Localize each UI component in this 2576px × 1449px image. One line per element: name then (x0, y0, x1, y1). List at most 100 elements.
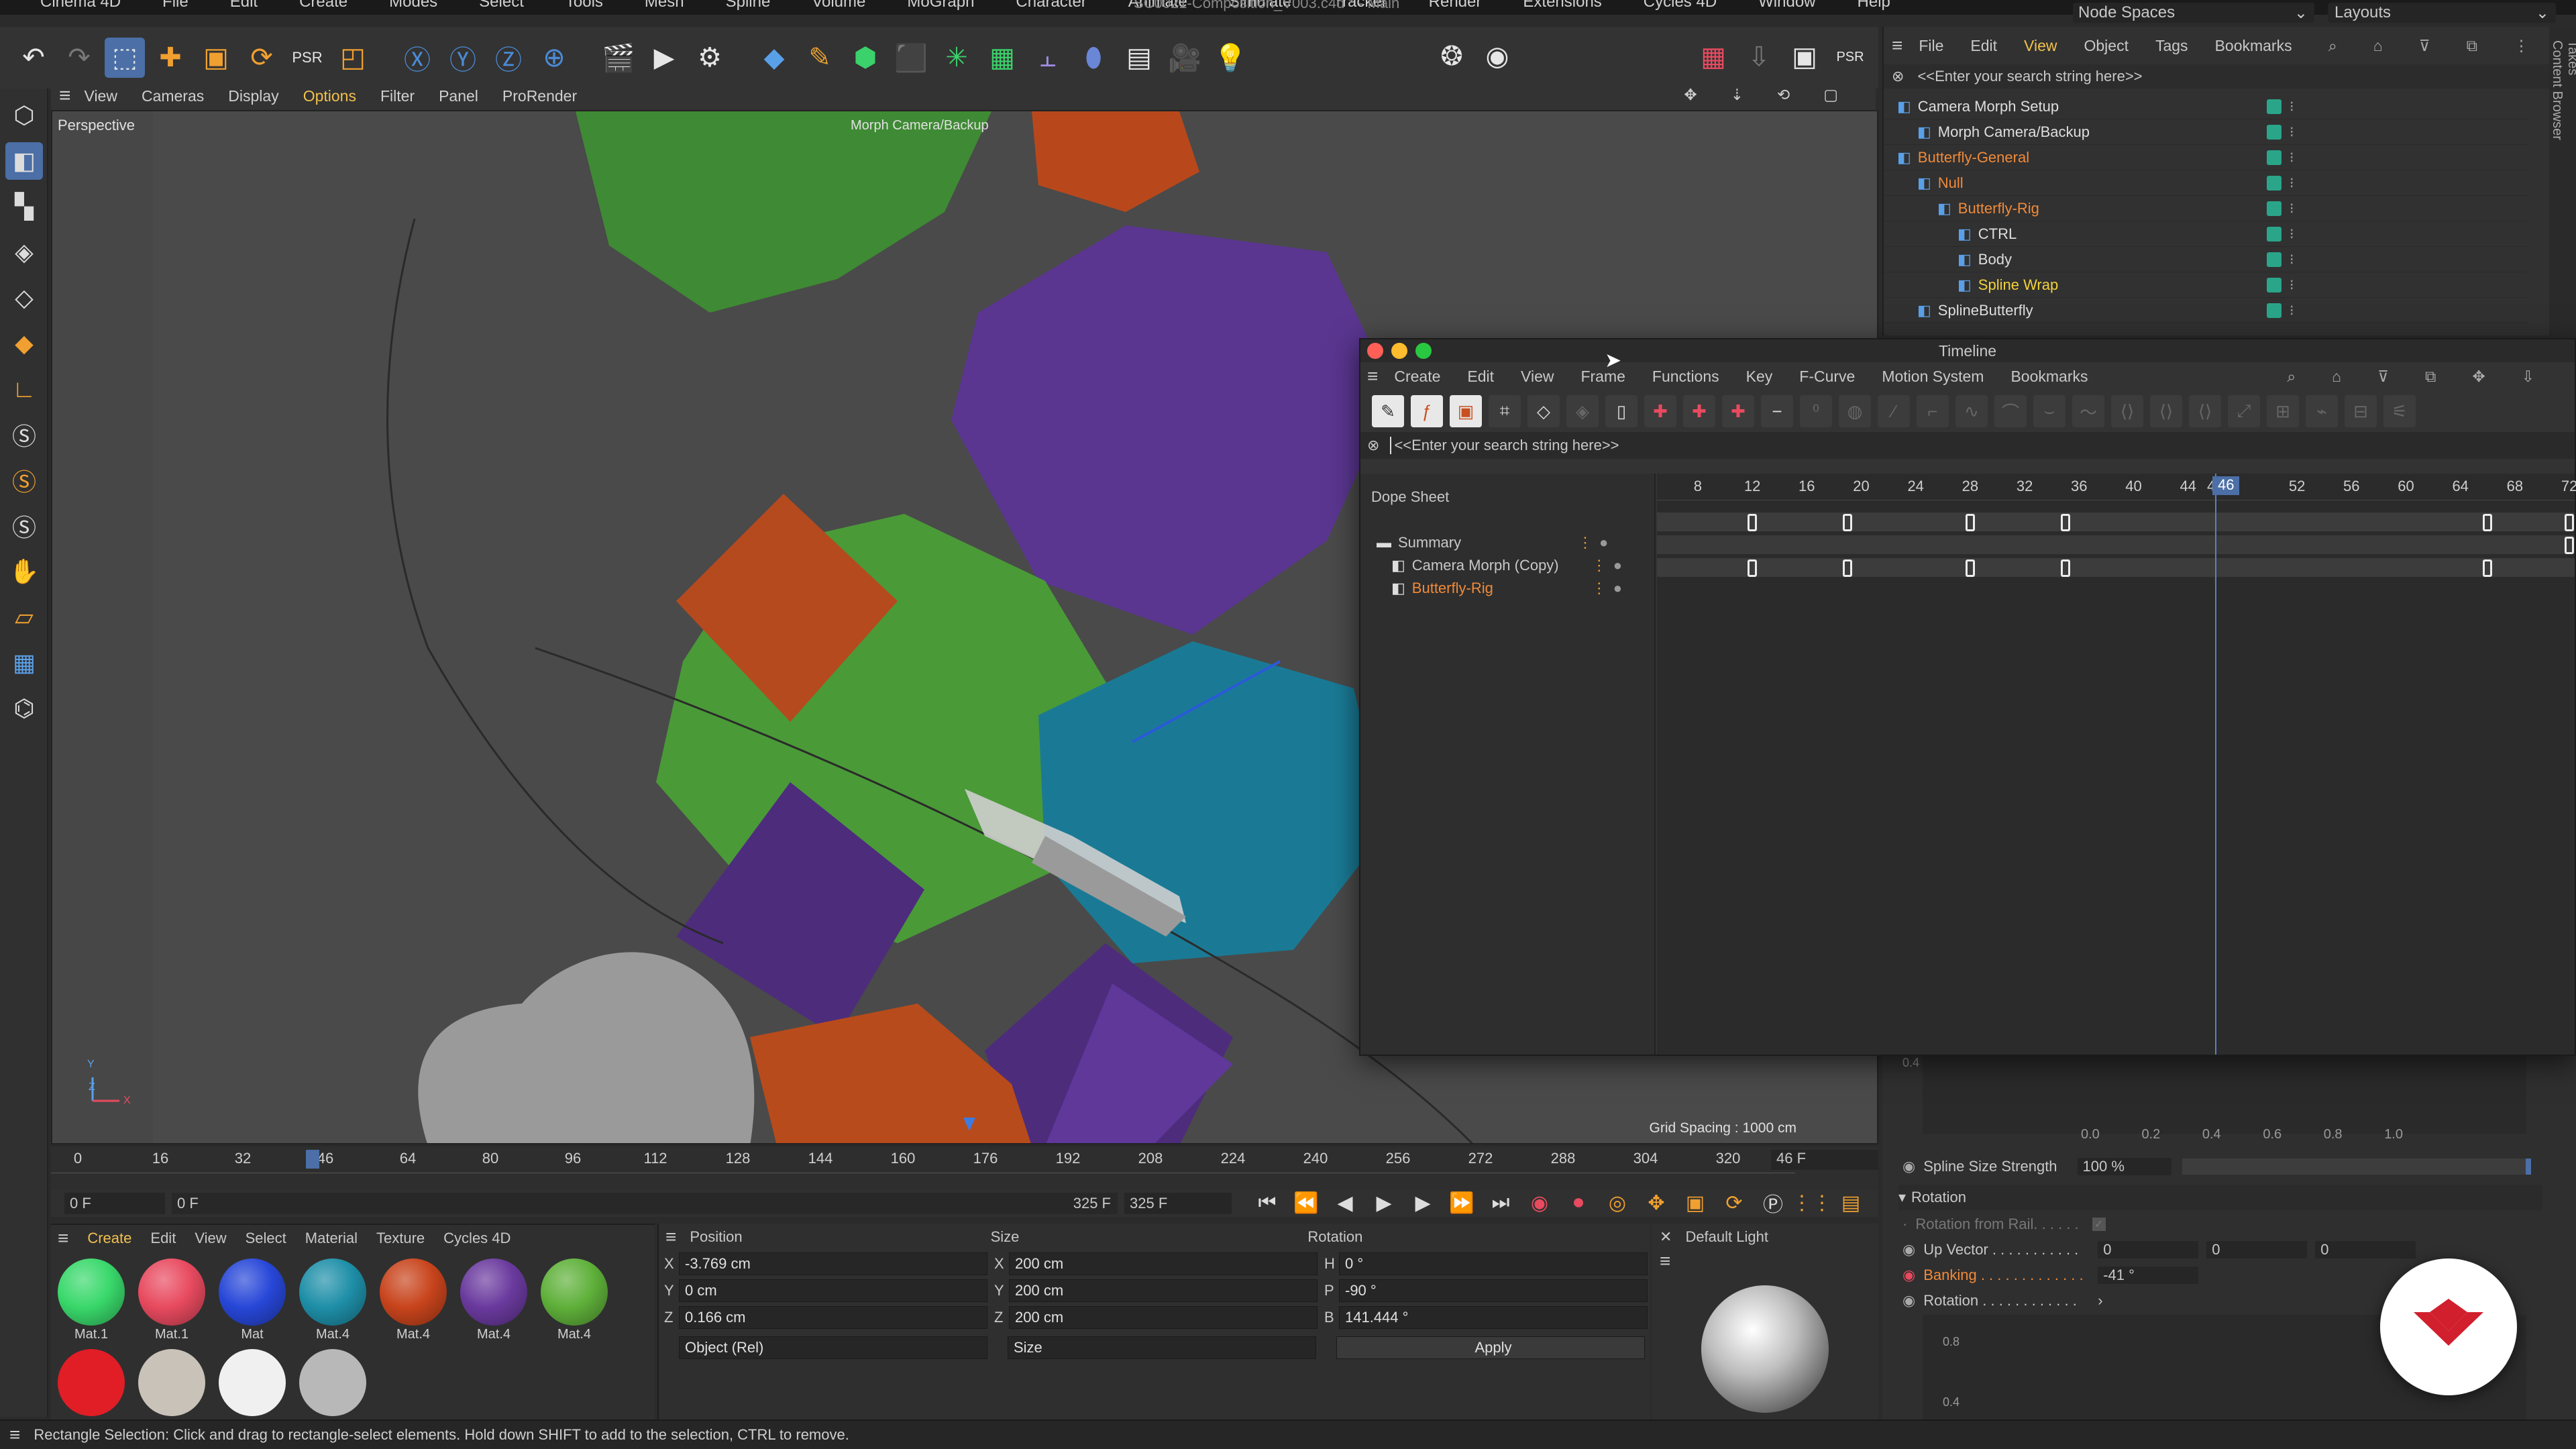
auto-tangent-icon[interactable]: ⟨⟩ (2150, 395, 2182, 427)
rotation-section-header[interactable]: ▾ Rotation (1898, 1185, 2542, 1210)
scale-key-icon[interactable]: ▣ (1680, 1187, 1711, 1218)
x-axis-icon[interactable]: Ⓧ (397, 38, 437, 78)
add-keys-all-icon[interactable]: ✚ (1683, 395, 1715, 427)
deformer-icon[interactable]: ⫠ (1028, 38, 1068, 78)
position-field[interactable]: 0.166 cm (679, 1306, 987, 1329)
rig-keyframe[interactable] (2061, 559, 2070, 577)
layer-color-tag[interactable] (2266, 175, 2282, 191)
object-menu-item[interactable]: Bookmarks (2215, 37, 2292, 55)
record-icon[interactable]: ◉ (1477, 36, 1517, 76)
move-tool-icon[interactable]: ✚ (150, 38, 191, 78)
menubar-item[interactable]: Cycles 4D (1644, 0, 1717, 10)
snap-keys-icon[interactable]: ◇ (1527, 395, 1560, 427)
track-row[interactable]: ◧ Camera Morph (Copy) ⋮ ● (1360, 554, 1654, 577)
polygons-mode-icon[interactable]: ◆ (5, 325, 43, 362)
lock-tangent-icon[interactable]: ⤢ (2228, 395, 2260, 427)
reduce-keys-icon[interactable]: ⚟ (2383, 395, 2416, 427)
coordinate-system-icon[interactable]: ⊕ (534, 38, 574, 78)
visibility-dots-icon[interactable]: ⁝ (2290, 200, 2294, 217)
timeline-menu-item[interactable]: Key (1746, 368, 1773, 386)
download-icon[interactable]: ⇩ (1739, 37, 1779, 77)
filter-icon[interactable]: ⊽ (2419, 37, 2430, 55)
snap-icon[interactable]: Ⓢ (5, 416, 43, 453)
track-solo-icon[interactable]: ● (1599, 534, 1608, 551)
psr-icon[interactable]: PSR (1830, 37, 1870, 77)
timeline-titlebar[interactable]: Timeline (1360, 339, 2575, 362)
node-spaces-dropdown[interactable]: Node Spaces ⌄ (2073, 3, 2314, 23)
spline-icon[interactable]: ∿ (1955, 395, 1988, 427)
maximize-view-icon[interactable]: ▢ (1823, 86, 1838, 104)
layouts-dropdown[interactable]: Layouts ⌄ (2328, 3, 2556, 23)
material-swatch[interactable]: Mat.4 (456, 1258, 531, 1342)
material-menu-item[interactable]: Material (305, 1230, 358, 1247)
settings-icon[interactable]: ⋮ (2514, 37, 2529, 55)
layer-color-tag[interactable] (2266, 277, 2282, 292)
select-tool-icon[interactable]: ⬚ (105, 38, 145, 78)
new-window-icon[interactable]: ⧉ (2425, 368, 2436, 386)
material-swatch[interactable]: Mat.4 (295, 1258, 370, 1342)
step-icon[interactable]: ⌐ (1917, 395, 1949, 427)
end-frame-field[interactable]: 325 F (1124, 1193, 1232, 1214)
menubar-item[interactable]: Spline (726, 0, 771, 10)
scale-tool-icon[interactable]: ▣ (196, 38, 236, 78)
menubar-item[interactable]: Render (1429, 0, 1482, 10)
object-row[interactable]: ◧ Camera Morph Setup ⁝ (1884, 94, 2528, 119)
banking-field[interactable]: -41 ° (2098, 1267, 2199, 1284)
floor-icon[interactable]: ▤ (1119, 38, 1159, 78)
size-field[interactable]: 200 cm (1009, 1279, 1318, 1302)
apply-button[interactable]: Apply (1336, 1336, 1645, 1359)
track-solo-icon[interactable]: ● (1613, 557, 1622, 574)
butterfly-rig-track[interactable] (1657, 558, 2575, 577)
zero-length-icon[interactable]: ◍ (1839, 395, 1871, 427)
summary-keyframe[interactable] (1748, 514, 1758, 531)
track-row[interactable]: ▬ Summary ⋮ ● (1360, 531, 1654, 554)
key-selection-icon[interactable]: ◎ (1602, 1187, 1633, 1218)
menubar-item[interactable]: Window (1758, 0, 1815, 10)
object-menu-item[interactable]: View (2024, 37, 2057, 55)
camera-morph-track[interactable] (1657, 535, 2575, 554)
material-swatch[interactable] (134, 1349, 209, 1416)
visibility-dots-icon[interactable]: ⁝ (2290, 302, 2294, 319)
ease-ease-icon[interactable]: 〜 (2072, 395, 2104, 427)
summary-keyframe[interactable] (2061, 514, 2070, 531)
menubar-item[interactable]: File (162, 0, 189, 10)
animate-dot-icon[interactable]: ◉ (1902, 1241, 1915, 1258)
animated-key-icon[interactable]: ◉ (1902, 1267, 1915, 1284)
position-field[interactable]: -3.769 cm (679, 1252, 987, 1275)
fcurve-mode-icon[interactable]: ƒ (1411, 395, 1443, 427)
rotation-key-icon[interactable]: ⟳ (1719, 1187, 1750, 1218)
material-menu-item[interactable]: Select (246, 1230, 286, 1247)
object-search-input[interactable]: <<Enter your search string here>> (1917, 68, 2142, 85)
track-row[interactable]: ◧ Butterfly-Rig ⋮ ● (1360, 577, 1654, 600)
material-menu-item[interactable]: Texture (376, 1230, 425, 1247)
layer-color-tag[interactable] (2266, 124, 2282, 140)
points-mode-icon[interactable]: ◈ (5, 233, 43, 271)
close-search-icon[interactable]: ⊗ (1367, 437, 1379, 454)
material-menu-item[interactable]: View (195, 1230, 226, 1247)
material-swatch[interactable] (54, 1349, 129, 1416)
rig-keyframe[interactable] (1965, 559, 1975, 577)
overshoot-icon[interactable]: ⌁ (2306, 395, 2338, 427)
timeline-search-input[interactable]: <<Enter your search string here>> (1390, 437, 1619, 454)
hamburger-icon[interactable]: ≡ (1660, 1250, 1878, 1272)
summary-keyframe[interactable] (1843, 514, 1853, 531)
menubar-item[interactable]: Character (1016, 0, 1086, 10)
render-picture-viewer-icon[interactable]: ▶ (644, 38, 684, 78)
home-icon[interactable]: ⌂ (2373, 37, 2383, 55)
timeline-playhead[interactable] (2215, 474, 2217, 1055)
make-editable-icon[interactable]: ⬡ (5, 97, 43, 134)
soft-selection-icon[interactable]: ⌬ (5, 690, 43, 727)
edges-mode-icon[interactable]: ◇ (5, 279, 43, 317)
previous-key-icon[interactable]: ⏪ (1291, 1187, 1322, 1218)
symmetry-icon[interactable]: Ⓢ (5, 507, 43, 545)
previous-frame-icon[interactable]: ◀ (1330, 1187, 1360, 1218)
material-menu-item[interactable]: Cycles 4D (443, 1230, 511, 1247)
menubar-item[interactable]: Cinema 4D (40, 0, 121, 10)
hamburger-icon[interactable]: ≡ (59, 85, 71, 107)
visibility-dots-icon[interactable]: ⁝ (2290, 225, 2294, 243)
record-keys-icon[interactable]: ◉ (1524, 1187, 1555, 1218)
visibility-dots-icon[interactable]: ⁝ (2290, 174, 2294, 192)
menubar-item[interactable]: Extensions (1523, 0, 1601, 10)
viewport-menu-item[interactable]: Display (228, 87, 278, 105)
animate-dot-icon[interactable]: ◉ (1902, 1292, 1915, 1309)
